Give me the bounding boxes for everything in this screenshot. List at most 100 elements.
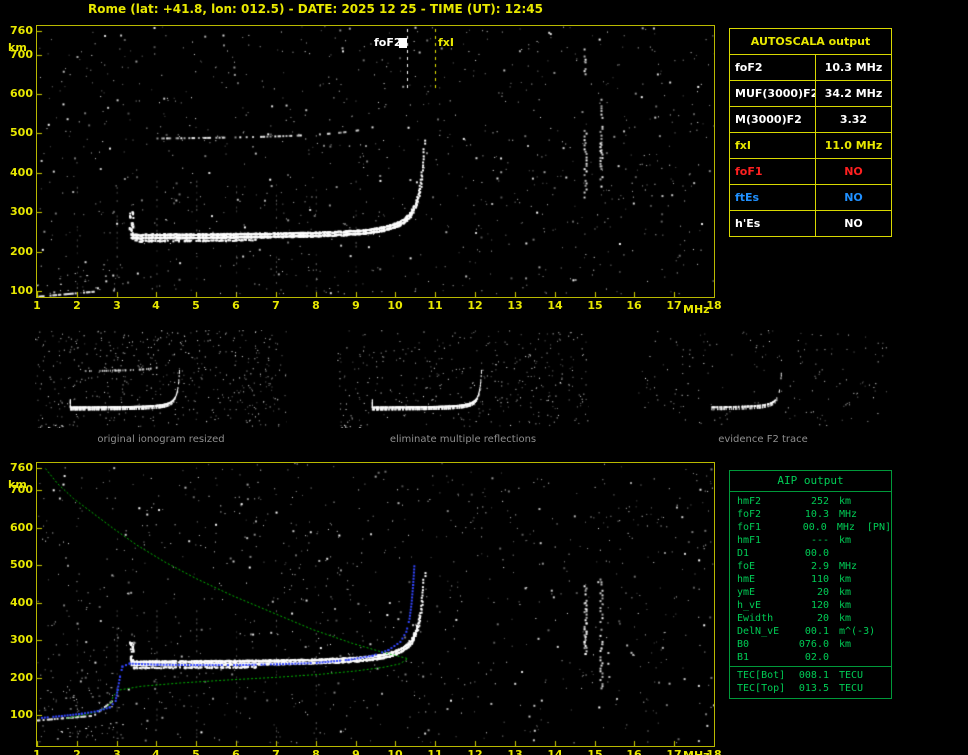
y-tick-label: 100 — [10, 284, 33, 297]
x-tick-label: 11 — [427, 299, 443, 312]
autoscala-row-value: NO — [844, 191, 863, 204]
thumbnail-caption: eliminate multiple reflections — [389, 434, 537, 445]
aip-row: ymE 20 km — [730, 586, 891, 599]
y-tick-label: 600 — [10, 87, 33, 100]
aip-row-extra: [PN] — [866, 522, 891, 533]
top-ionogram-canvas — [36, 25, 715, 298]
x-tick-label: 13 — [507, 748, 523, 755]
y-tick-label: 500 — [10, 558, 33, 571]
aip-row-label: B1 — [737, 652, 750, 663]
thumbnail-original-ionogram — [35, 330, 287, 428]
aip-row: hmF1 --- km — [730, 534, 891, 547]
x-tick-label: 5 — [192, 748, 200, 755]
autoscala-output-panel: AUTOSCALA output foF2 10.3 MHz MUF(3000)… — [729, 28, 892, 237]
x-tick-label: 5 — [192, 299, 200, 312]
mhz-axis-label: MHz — [683, 749, 710, 755]
x-tick-label: 9 — [352, 299, 360, 312]
autoscala-screen: Rome (lat: +41.8, lon: 012.5) - DATE: 20… — [0, 0, 968, 755]
x-tick-label: 8 — [312, 748, 320, 755]
aip-row: hmF2 252 km — [730, 495, 891, 508]
autoscala-row-label: h'Es — [730, 211, 816, 236]
y-tick-label: 500 — [10, 126, 33, 139]
aip-row-unit: MHz — [839, 561, 858, 572]
aip-row-value: 20 — [816, 613, 829, 624]
y-tick-label: 300 — [10, 633, 33, 646]
x-tick-label: 12 — [467, 299, 483, 312]
autoscala-row-value: 10.3 MHz — [824, 61, 883, 74]
aip-row-value: 10.3 — [804, 509, 829, 520]
aip-tec-label: TEC[Bot] — [737, 670, 786, 681]
x-tick-label: 8 — [312, 299, 320, 312]
aip-row-label: foE — [737, 561, 756, 572]
aip-row-label: hmF2 — [737, 496, 762, 507]
y-tick-label: 200 — [10, 671, 33, 684]
thumbnail-caption: original ionogram resized — [97, 434, 225, 445]
aip-row-label: h_vE — [737, 600, 762, 611]
autoscala-row-value: 34.2 MHz — [824, 87, 883, 100]
km-axis-label: km — [8, 478, 27, 491]
aip-row-label: foF1 — [737, 522, 762, 533]
x-tick-label: 11 — [427, 748, 443, 755]
thumbnail-caption: evidence F2 trace — [718, 434, 808, 445]
autoscala-output-title: AUTOSCALA output — [730, 29, 891, 55]
aip-row-unit: km — [839, 613, 852, 624]
fxi-marker-label: fxI — [438, 36, 454, 49]
x-tick-label: 2 — [73, 748, 81, 755]
x-tick-label: 15 — [587, 748, 603, 755]
aip-output-panel: AIP output hmF2 252 km foF2 10.3 MHz foF… — [729, 470, 892, 699]
thumbnail-multiples-removed — [337, 330, 589, 428]
x-tick-label: 17 — [666, 299, 682, 312]
aip-row-value: 02.0 — [804, 652, 829, 663]
aip-row: hmE 110 km — [730, 573, 891, 586]
x-tick-label: 17 — [666, 748, 682, 755]
y-tick-label: 400 — [10, 166, 33, 179]
aip-tec-unit: TECU — [839, 670, 864, 681]
x-tick-label: 16 — [626, 299, 642, 312]
page-title: Rome (lat: +41.8, lon: 012.5) - DATE: 20… — [88, 2, 543, 16]
aip-row-unit: km — [839, 587, 852, 598]
autoscala-row-value: NO — [844, 217, 863, 230]
aip-row: h_vE 120 km — [730, 599, 891, 612]
x-tick-label: 12 — [467, 748, 483, 755]
aip-row: Ewidth 20 km — [730, 612, 891, 625]
x-tick-label: 16 — [626, 748, 642, 755]
autoscala-row-value: NO — [844, 165, 863, 178]
km-axis-label: km — [8, 41, 27, 54]
aip-row: B0 076.0 km — [730, 638, 891, 651]
aip-row-label: Ewidth — [737, 613, 774, 624]
aip-tec-value: 008.1 — [798, 670, 829, 681]
aip-output-title: AIP output — [730, 471, 891, 492]
aip-row-value: 20 — [816, 587, 829, 598]
aip-row: D1 00.0 — [730, 547, 891, 560]
x-tick-label: 3 — [113, 748, 121, 755]
x-tick-label: 1 — [33, 748, 41, 755]
aip-rows: hmF2 252 km foF2 10.3 MHz foF1 00.0 MHz … — [730, 492, 891, 666]
aip-row-value: 252 — [810, 496, 829, 507]
x-tick-label: 14 — [547, 299, 563, 312]
x-tick-label: 1 — [33, 299, 41, 312]
autoscala-row: ftEs NO — [730, 185, 891, 211]
aip-row-value: 00.1 — [804, 626, 829, 637]
x-tick-label: 6 — [232, 299, 240, 312]
x-tick-label: 4 — [152, 299, 160, 312]
aip-tec-row: TEC[Top] 013.5 TECU — [730, 682, 891, 695]
aip-row: foE 2.9 MHz — [730, 560, 891, 573]
aip-tec-unit: TECU — [839, 683, 864, 694]
mhz-axis-label: MHz — [683, 303, 710, 316]
autoscala-row: foF1 NO — [730, 159, 891, 185]
x-tick-label: 4 — [152, 748, 160, 755]
bottom-ionogram-canvas — [36, 462, 715, 747]
y-tick-label: 760 — [10, 24, 33, 37]
fof2-marker-label: foF2 — [374, 36, 402, 49]
x-tick-label: 15 — [587, 299, 603, 312]
autoscala-row-label: MUF(3000)F2 — [730, 81, 816, 106]
autoscala-row: M(3000)F2 3.32 — [730, 107, 891, 133]
autoscala-row-label: foF1 — [730, 159, 816, 184]
y-tick-label: 760 — [10, 461, 33, 474]
aip-row-value: 00.0 — [802, 522, 827, 533]
autoscala-row: h'Es NO — [730, 211, 891, 236]
autoscala-row-label: foF2 — [730, 55, 816, 80]
y-tick-label: 300 — [10, 205, 33, 218]
aip-tec-label: TEC[Top] — [737, 683, 786, 694]
aip-row-unit: MHz — [839, 509, 858, 520]
